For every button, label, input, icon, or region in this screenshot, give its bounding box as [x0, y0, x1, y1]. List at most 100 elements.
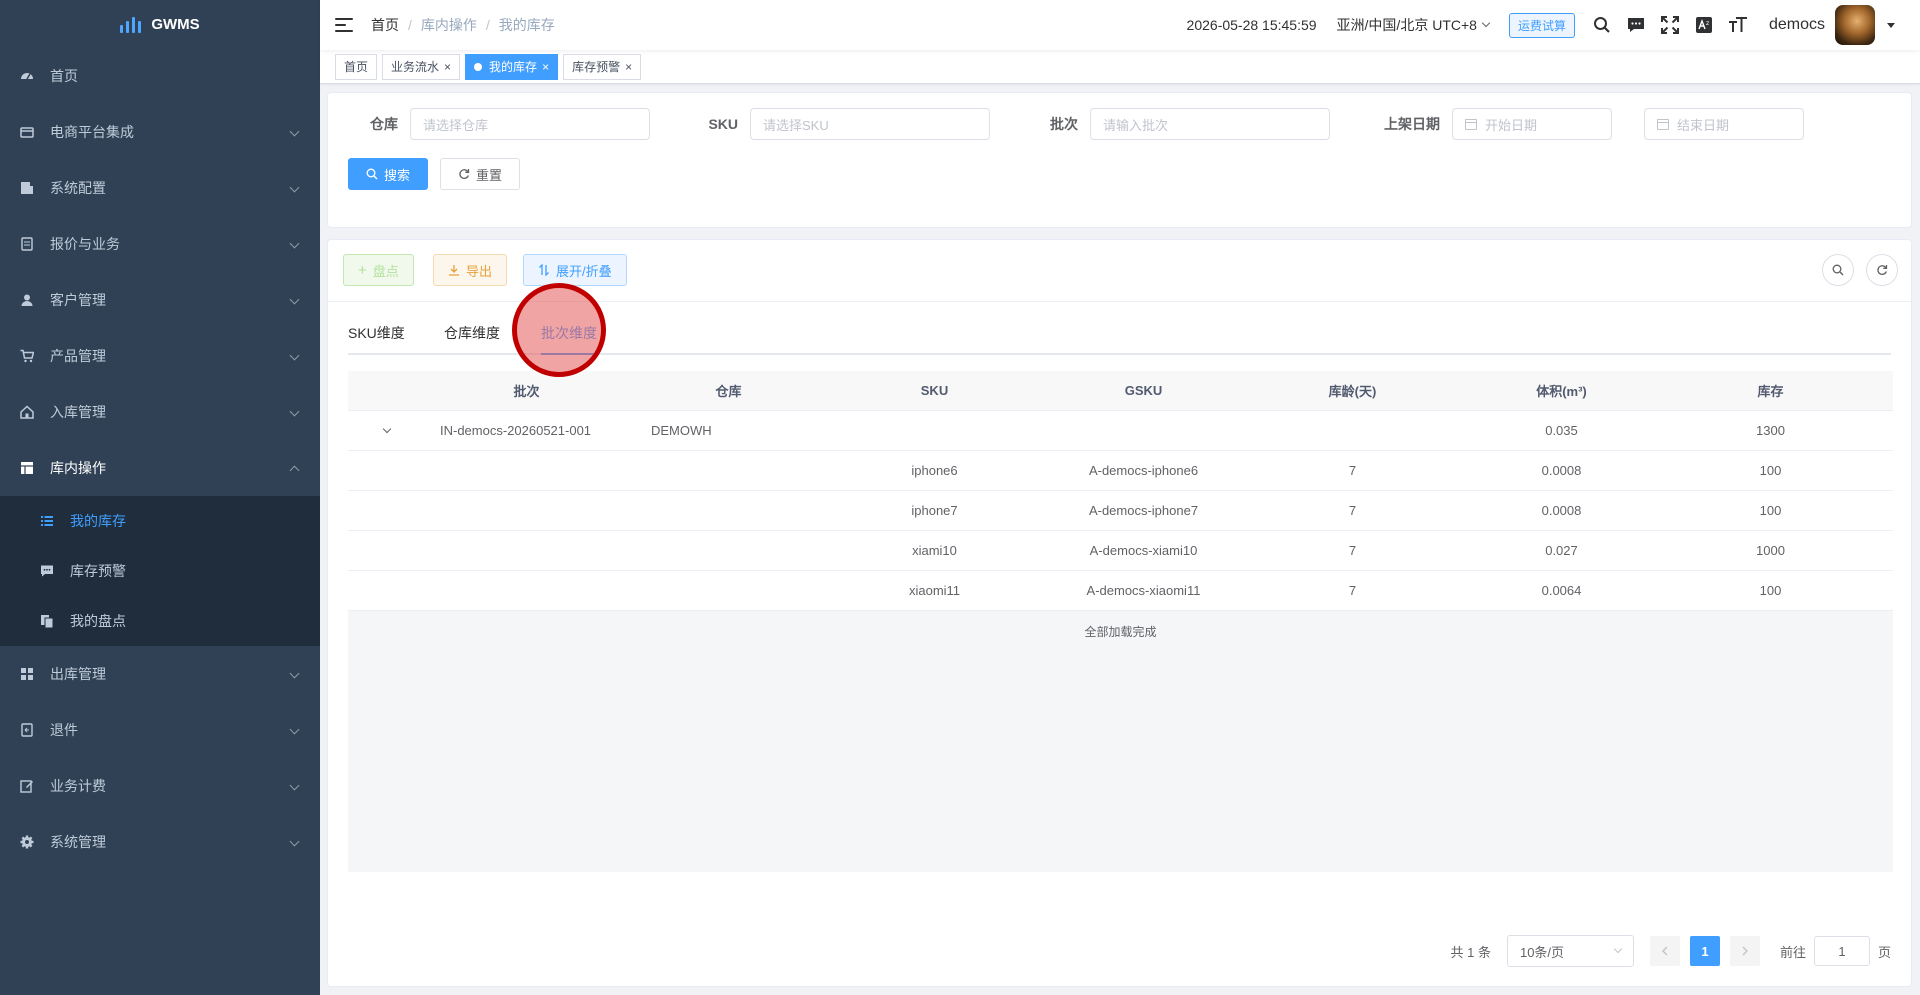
- start-date-input[interactable]: 开始日期: [1452, 108, 1612, 140]
- tag-label: 首页: [344, 60, 369, 74]
- sidebar-item-ecommerce[interactable]: 电商平台集成: [0, 104, 320, 160]
- sidebar-item-label: 首页: [50, 68, 78, 84]
- batch-placeholder: 请输入批次: [1103, 117, 1169, 133]
- table-row[interactable]: iphone6 A-democs-iphone6 7 0.0008 100: [348, 451, 1893, 491]
- tab-batch-dimension[interactable]: 批次维度: [541, 313, 597, 353]
- timezone-select[interactable]: 亚洲/中国/北京 UTC+8: [1337, 15, 1491, 35]
- cell-age: 7: [1348, 543, 1357, 558]
- table-row[interactable]: iphone7 A-democs-iphone7 7 0.0008 100: [348, 491, 1893, 531]
- sidebar-item-my-inventory[interactable]: 我的库存: [0, 496, 320, 546]
- tag-home[interactable]: 首页: [335, 53, 378, 80]
- stocktake-button[interactable]: + 盘点: [343, 254, 414, 286]
- chevron-down-icon: [289, 294, 300, 305]
- export-button-label: 导出: [466, 263, 493, 279]
- search-button-label: 搜索: [383, 167, 410, 183]
- sidebar-item-inventory-alert[interactable]: 库存预警: [0, 546, 320, 596]
- sidebar-item-inbound[interactable]: 入库管理: [0, 384, 320, 440]
- column-header-warehouse[interactable]: 仓库: [627, 371, 830, 410]
- tab-sku-dimension[interactable]: SKU维度: [348, 313, 405, 353]
- avatar[interactable]: [1835, 5, 1875, 45]
- reset-button[interactable]: 重置: [440, 158, 520, 190]
- grid-icon: [20, 667, 34, 681]
- sidebar-item-label: 库内操作: [50, 460, 106, 476]
- sidebar-menu-rest: 出库管理 退件 业务计费 系统管理: [0, 646, 320, 870]
- sidebar-item-quote[interactable]: 报价与业务: [0, 216, 320, 272]
- hamburger-icon[interactable]: [335, 16, 353, 34]
- sidebar-item-home[interactable]: 首页: [0, 48, 320, 104]
- cell-gsku: A-democs-xiaomi11: [1086, 583, 1201, 598]
- column-header-sku[interactable]: SKU: [830, 371, 1039, 410]
- tab-warehouse-dimension[interactable]: 仓库维度: [444, 313, 500, 353]
- sku-field: SKU 请选择SKU: [688, 108, 990, 140]
- page-size-select[interactable]: 10条/页: [1506, 935, 1634, 967]
- column-header-gsku[interactable]: GSKU: [1039, 371, 1248, 410]
- sidebar-item-system-config[interactable]: 系统配置: [0, 160, 320, 216]
- close-icon[interactable]: ×: [625, 61, 632, 73]
- column-header-stock[interactable]: 库存: [1666, 371, 1875, 410]
- sidebar-item-returns[interactable]: 退件: [0, 702, 320, 758]
- caret-down-icon[interactable]: [1887, 22, 1895, 28]
- app-logo[interactable]: GWMS: [0, 0, 320, 48]
- next-page-button[interactable]: [1729, 936, 1760, 966]
- close-icon[interactable]: ×: [542, 61, 549, 73]
- cell-stock: 100: [1759, 463, 1782, 478]
- logo-icon: [120, 15, 142, 33]
- sidebar-item-label: 系统配置: [50, 180, 106, 196]
- user-icon: [20, 293, 34, 307]
- sidebar-item-system-admin[interactable]: 系统管理: [0, 814, 320, 870]
- cell-gsku: A-democs-iphone7: [1088, 503, 1199, 518]
- end-date-input[interactable]: 结束日期: [1644, 108, 1804, 140]
- tag-business-flow[interactable]: 业务流水 ×: [382, 53, 461, 80]
- tag-inventory-alert[interactable]: 库存预警 ×: [563, 53, 642, 80]
- page-number-current[interactable]: 1: [1689, 936, 1720, 966]
- sidebar-item-products[interactable]: 产品管理: [0, 328, 320, 384]
- column-header-batch[interactable]: 批次: [426, 371, 627, 410]
- search-icon[interactable]: [1591, 14, 1613, 36]
- reset-button-label: 重置: [475, 167, 502, 183]
- calendar-icon: [1657, 118, 1669, 130]
- table-row[interactable]: xiaomi11 A-democs-xiaomi11 7 0.0064 100: [348, 571, 1893, 611]
- breadcrumb-warehouse-ops: 库内操作: [420, 17, 477, 33]
- fullscreen-icon[interactable]: [1659, 14, 1681, 36]
- table-header: 批次 仓库 SKU GSKU 库龄(天) 体积(m³) 库存: [348, 371, 1893, 411]
- sidebar-item-customers[interactable]: 客户管理: [0, 272, 320, 328]
- cell-stock: 1000: [1756, 543, 1785, 558]
- sidebar-item-warehouse-ops[interactable]: 库内操作: [0, 440, 320, 496]
- font-size-icon[interactable]: [1727, 14, 1749, 36]
- sidebar-item-billing[interactable]: 业务计费: [0, 758, 320, 814]
- export-button[interactable]: 导出: [433, 254, 508, 286]
- breadcrumb: 首页 / 库内操作 / 我的库存: [371, 15, 555, 35]
- translate-icon[interactable]: z: [1693, 14, 1715, 36]
- cell-age: [1248, 411, 1457, 450]
- freight-calc-button[interactable]: 运费试算: [1508, 12, 1575, 38]
- column-header-volume[interactable]: 体积(m³): [1457, 371, 1666, 410]
- breadcrumb-home[interactable]: 首页: [371, 15, 399, 35]
- toggle-search-button[interactable]: [1822, 254, 1854, 286]
- sort-icon: [539, 264, 549, 276]
- current-datetime: 2026-05-28 15:45:59: [1186, 17, 1317, 33]
- sidebar-item-my-stocktake[interactable]: 我的盘点: [0, 596, 320, 646]
- message-icon: [40, 564, 54, 578]
- batch-input[interactable]: 请输入批次: [1090, 108, 1330, 140]
- expand-chevron-icon[interactable]: [382, 424, 392, 433]
- prev-page-button[interactable]: [1649, 936, 1680, 966]
- sku-select[interactable]: 请选择SKU: [750, 108, 990, 140]
- sidebar-item-label: 电商平台集成: [50, 124, 134, 140]
- close-icon[interactable]: ×: [444, 61, 451, 73]
- table-row[interactable]: xiami10 A-democs-xiami10 7 0.027 1000: [348, 531, 1893, 571]
- search-button[interactable]: 搜索: [348, 158, 428, 190]
- goto-label: 前往: [1779, 944, 1806, 960]
- refresh-button[interactable]: [1866, 254, 1898, 286]
- goto-page-input[interactable]: 1: [1813, 936, 1870, 966]
- shelf-date-label: 上架日期: [1384, 116, 1440, 132]
- message-icon[interactable]: [1625, 14, 1647, 36]
- username[interactable]: democs: [1769, 16, 1825, 34]
- warehouse-select[interactable]: 请选择仓库: [410, 108, 650, 140]
- expand-collapse-button[interactable]: 展开/折叠: [523, 254, 627, 286]
- cell-stock: 100: [1759, 583, 1782, 598]
- breadcrumb-my-inventory: 我的库存: [498, 17, 555, 33]
- column-header-age[interactable]: 库龄(天): [1248, 371, 1457, 410]
- table-row-batch[interactable]: IN-democs-20260521-001 DEMOWH 0.035 1300: [348, 411, 1893, 451]
- tag-my-inventory[interactable]: 我的库存 ×: [465, 53, 559, 80]
- sidebar-item-outbound[interactable]: 出库管理: [0, 646, 320, 702]
